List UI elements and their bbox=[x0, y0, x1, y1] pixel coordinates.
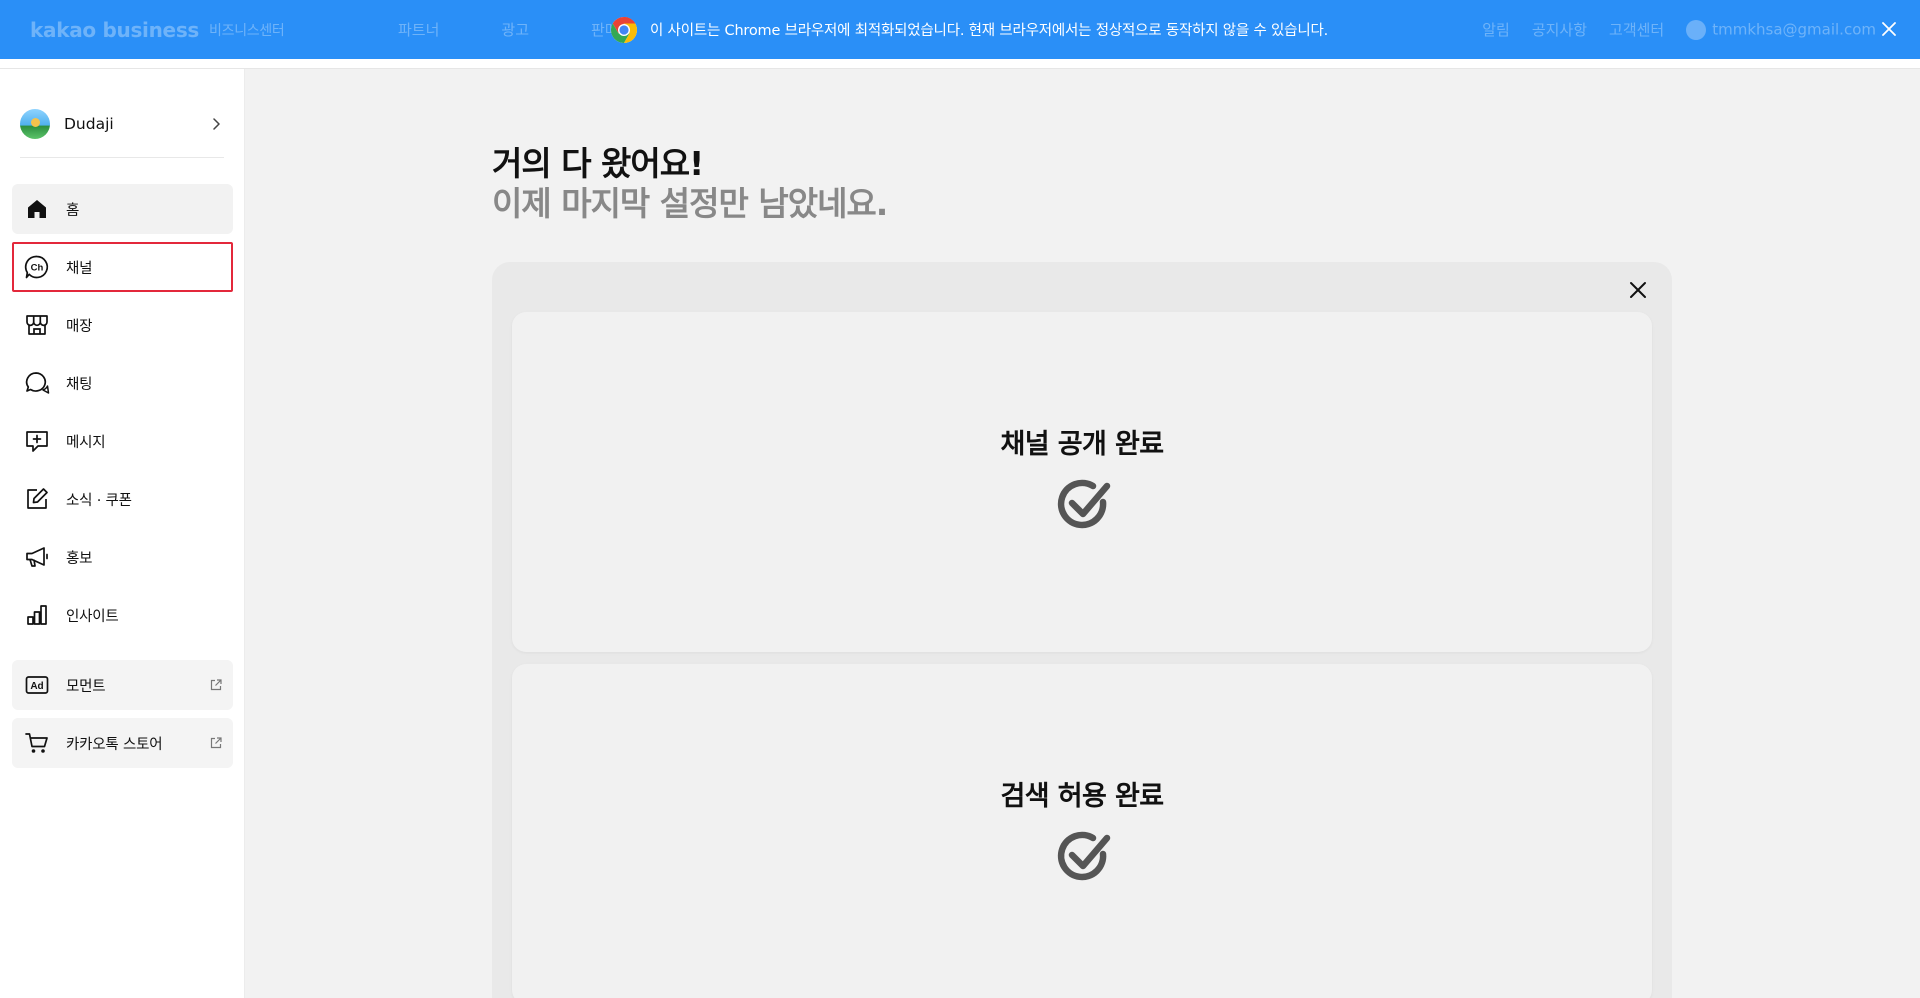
edit-icon bbox=[24, 486, 50, 512]
sidebar-item-message[interactable]: 메시지 bbox=[12, 416, 233, 466]
channel-icon: Ch bbox=[24, 254, 50, 280]
check-circle-icon bbox=[1057, 831, 1111, 881]
banner-close-button[interactable] bbox=[1878, 18, 1900, 40]
sidebar-item-kakaotalk-store[interactable]: 카카오톡 스토어 bbox=[12, 718, 233, 768]
close-icon bbox=[1630, 282, 1646, 298]
sidebar-item-moment[interactable]: Ad 모먼트 bbox=[12, 660, 233, 710]
sidebar-item-label: 홍보 bbox=[66, 550, 93, 567]
browser-warning-banner: kakao business 비즈니스센터 파트너 광고 판매 알림 공지사항 … bbox=[0, 0, 1920, 59]
sidebar-item-channel[interactable]: Ch 채널 bbox=[12, 242, 233, 292]
header-nav-right: 알림 공지사항 고객센터 tmmkhsa@gmail.com bbox=[1482, 0, 1876, 59]
sidebar-item-label: 카카오톡 스토어 bbox=[66, 736, 163, 753]
sidebar-item-label: 매장 bbox=[66, 318, 93, 335]
sidebar: Dudaji 홈 Ch 채널 매장 채팅 메시지 소식 · 쿠폰 홍보 인사이트… bbox=[0, 69, 245, 998]
svg-text:Ad: Ad bbox=[30, 681, 43, 692]
logo-text: kakao business bbox=[30, 17, 200, 42]
header-nav-left: 파트너 광고 판매 bbox=[398, 0, 619, 59]
header-nav-support[interactable]: 고객센터 bbox=[1609, 19, 1664, 40]
home-icon bbox=[24, 196, 50, 222]
profile-divider bbox=[20, 157, 224, 158]
external-link-icon bbox=[210, 679, 222, 691]
sidebar-item-home[interactable]: 홈 bbox=[12, 184, 233, 234]
header-nav-alerts[interactable]: 알림 bbox=[1482, 19, 1510, 40]
user-avatar bbox=[1686, 19, 1707, 40]
banner-message: 이 사이트는 Chrome 브라우저에 최적화되었습니다. 현재 브라우저에서는… bbox=[650, 23, 1329, 39]
message-icon bbox=[24, 428, 50, 454]
header-nav-partner[interactable]: 파트너 bbox=[398, 19, 439, 40]
ad-icon: Ad bbox=[24, 672, 50, 698]
chrome-icon bbox=[610, 16, 638, 43]
sidebar-item-label: 채널 bbox=[66, 260, 93, 277]
logo-sub-text: 비즈니스센터 bbox=[209, 22, 285, 39]
svg-text:Ch: Ch bbox=[31, 263, 44, 274]
sidebar-item-label: 소식 · 쿠폰 bbox=[66, 492, 132, 509]
sidebar-item-store[interactable]: 매장 bbox=[12, 300, 233, 350]
check-circle-icon bbox=[1057, 479, 1111, 529]
setup-complete-panel: 채널 공개 완료 검색 허용 완료 bbox=[492, 262, 1672, 998]
card-title: 채널 공개 완료 bbox=[1000, 429, 1164, 460]
header-nav-ad[interactable]: 광고 bbox=[501, 19, 529, 40]
sidebar-item-label: 인사이트 bbox=[66, 608, 119, 625]
sidebar-item-label: 모먼트 bbox=[66, 678, 106, 695]
panel-close-button[interactable] bbox=[1626, 278, 1650, 302]
channel-profile-button[interactable]: Dudaji bbox=[20, 103, 224, 145]
sidebar-item-insight[interactable]: 인사이트 bbox=[12, 590, 233, 640]
sidebar-item-promotion[interactable]: 홍보 bbox=[12, 532, 233, 582]
sidebar-item-label: 홈 bbox=[66, 202, 80, 219]
header-nav-notices[interactable]: 공지사항 bbox=[1532, 19, 1587, 40]
header-user[interactable]: tmmkhsa@gmail.com bbox=[1686, 19, 1876, 40]
channel-public-card: 채널 공개 완료 bbox=[512, 312, 1652, 652]
store-icon bbox=[24, 312, 50, 338]
search-allow-card: 검색 허용 완료 bbox=[512, 664, 1652, 998]
chevron-right-icon bbox=[213, 118, 220, 130]
profile-name: Dudaji bbox=[64, 115, 114, 133]
sidebar-item-label: 메시지 bbox=[66, 434, 106, 451]
header-logo[interactable]: kakao business 비즈니스센터 bbox=[30, 0, 285, 59]
banner-content: 이 사이트는 Chrome 브라우저에 최적화되었습니다. 현재 브라우저에서는… bbox=[610, 0, 1328, 59]
sidebar-item-chat[interactable]: 채팅 bbox=[12, 358, 233, 408]
main-content: 거의 다 왔어요! 이제 마지막 설정만 남았네요. 채널 공개 완료 검색 허… bbox=[245, 69, 1920, 998]
page-subtitle: 이제 마지막 설정만 남았네요. bbox=[492, 184, 888, 223]
top-header: kakao business 비즈니스센터 파트너 광고 판매 알림 공지사항 … bbox=[0, 0, 1920, 69]
chat-icon bbox=[24, 370, 50, 396]
chart-icon bbox=[24, 602, 50, 628]
sidebar-item-news-coupon[interactable]: 소식 · 쿠폰 bbox=[12, 474, 233, 524]
cart-icon bbox=[24, 730, 50, 756]
external-link-icon bbox=[210, 737, 222, 749]
user-email: tmmkhsa@gmail.com bbox=[1712, 20, 1876, 38]
card-title: 검색 허용 완료 bbox=[1000, 781, 1164, 812]
sidebar-item-label: 채팅 bbox=[66, 376, 93, 393]
megaphone-icon bbox=[24, 544, 50, 570]
avatar bbox=[20, 109, 50, 139]
close-icon bbox=[1882, 22, 1896, 36]
